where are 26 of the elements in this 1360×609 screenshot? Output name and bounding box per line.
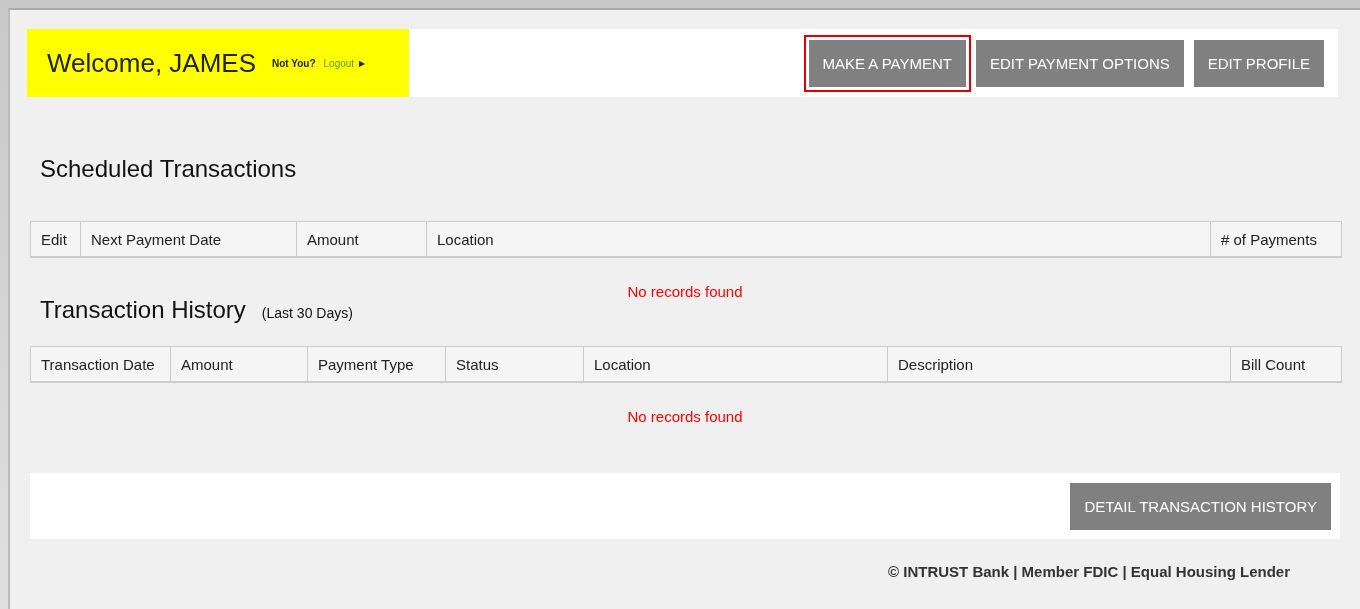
- empty-message: No records found: [627, 283, 743, 300]
- column-header: Status: [456, 355, 499, 373]
- section-subtitle: (Last 30 Days): [261, 305, 353, 321]
- nav-button[interactable]: EDIT PAYMENT OPTIONS: [976, 39, 1184, 87]
- section-heading: Scheduled Transactions: [40, 155, 297, 183]
- column-header: Location: [437, 230, 494, 248]
- column-header: Location: [594, 355, 651, 373]
- welcome-heading: Welcome, JAMES: [47, 47, 256, 79]
- not-you-label: Not You?: [272, 57, 316, 69]
- column-header: Transaction Date: [41, 355, 155, 373]
- empty-message: No records found: [627, 408, 743, 425]
- column-header: Bill Count: [1241, 355, 1306, 373]
- column-header: Amount: [307, 230, 359, 248]
- section-heading: Transaction History: [40, 296, 246, 324]
- column-header: Amount: [181, 355, 233, 373]
- detail-history-button[interactable]: DETAIL TRANSACTION HISTORY: [1070, 482, 1331, 530]
- logout-link[interactable]: Logout: [323, 57, 355, 69]
- nav-button[interactable]: MAKE A PAYMENT: [808, 39, 966, 87]
- column-header: Payment Type: [318, 355, 414, 373]
- column-header: Description: [898, 355, 974, 373]
- nav-button[interactable]: EDIT PROFILE: [1193, 39, 1324, 87]
- column-header: # of Payments: [1221, 230, 1317, 248]
- footer-text: © INTRUST Bank | Member FDIC | Equal Housing Lender: [888, 563, 1290, 580]
- arrow-icon: ▶: [359, 58, 366, 68]
- column-header: Next Payment Date: [91, 230, 222, 248]
- column-header: Edit: [41, 230, 67, 248]
